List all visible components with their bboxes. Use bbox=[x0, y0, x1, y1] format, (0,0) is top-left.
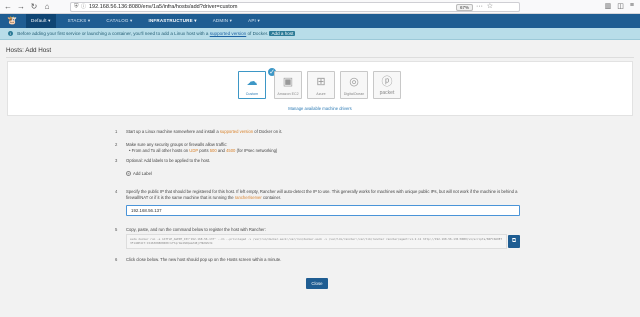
driver-amazon-ec2[interactable]: ▣ Amazon EC2 bbox=[274, 71, 302, 99]
sidebar-icon[interactable]: ◫ bbox=[617, 2, 624, 10]
step-number: 6 bbox=[115, 257, 118, 262]
divider bbox=[6, 57, 634, 58]
driver-label: Amazon EC2 bbox=[277, 92, 299, 96]
supported-version-link[interactable]: supported version bbox=[210, 31, 247, 36]
step-text: Click close below. The new host should p… bbox=[126, 257, 282, 262]
digitalocean-icon: ◎ bbox=[349, 76, 359, 88]
nav-api[interactable]: API ▾ bbox=[246, 14, 262, 28]
nav-stacks[interactable]: STACKS ▾ bbox=[66, 14, 93, 28]
driver-packet[interactable]: ⓟ packet bbox=[373, 71, 401, 99]
driver-label: packet bbox=[379, 90, 395, 96]
driver-label: Custom bbox=[245, 92, 259, 96]
step-text: Optional: Add labels to be applied to th… bbox=[126, 158, 211, 163]
info-icon: i bbox=[8, 31, 13, 37]
registration-command[interactable]: sudo docker run -e CATTLE_AGENT_IP="192.… bbox=[126, 234, 507, 249]
machine-drivers-panel: ☁ Custom ✓ ▣ Amazon EC2 ⊞ Azure ◎ Digita… bbox=[7, 61, 633, 116]
add-label-button[interactable]: + Add Label bbox=[126, 171, 152, 176]
protocol-badge: UDP bbox=[189, 147, 199, 153]
plus-icon: + bbox=[126, 171, 131, 176]
step-text: ports bbox=[199, 147, 209, 153]
driver-custom[interactable]: ☁ Custom bbox=[238, 71, 266, 99]
browser-right-icons: ▥ ◫ ≡ bbox=[605, 2, 634, 10]
supported-version-link[interactable]: supported version bbox=[220, 129, 253, 134]
back-icon[interactable]: ← bbox=[3, 2, 13, 12]
driver-label: DigitalOcean bbox=[343, 92, 365, 96]
cloud-icon: ☁ bbox=[246, 76, 258, 88]
notice-text-after: of Docker. bbox=[247, 31, 269, 36]
url-text: 192.168.56.136:8080/env/1a5/infra/hosts/… bbox=[89, 4, 238, 10]
close-button[interactable]: Close bbox=[306, 278, 328, 289]
step-text: container. bbox=[262, 194, 282, 200]
driver-label: Azure bbox=[316, 92, 326, 96]
reload-icon[interactable]: ↻ bbox=[29, 2, 39, 12]
copy-icon[interactable]: ⧉ bbox=[508, 235, 520, 248]
add-host-link[interactable]: Add a host bbox=[269, 31, 296, 36]
address-bar[interactable]: ⛨ ⓘ 192.168.56.136:8080/env/1a5/infra/ho… bbox=[70, 2, 520, 12]
manage-drivers-link[interactable]: Manage available machine drivers bbox=[8, 106, 632, 111]
step-text: and bbox=[217, 147, 225, 153]
page-actions-icon[interactable]: ··· bbox=[476, 3, 483, 11]
driver-azure[interactable]: ⊞ Azure bbox=[307, 71, 335, 99]
menu-icon[interactable]: ≡ bbox=[630, 2, 634, 10]
step-number: 2 bbox=[115, 142, 118, 147]
add-label-text: Add Label bbox=[133, 171, 152, 176]
library-icon[interactable]: ▥ bbox=[605, 2, 612, 10]
step-number: 4 bbox=[115, 189, 118, 194]
amazon-icon: ▣ bbox=[282, 76, 294, 88]
step-text: Make sure any security groups or firewal… bbox=[126, 142, 228, 147]
forward-icon[interactable]: → bbox=[16, 2, 26, 12]
site-info-icon[interactable]: ⓘ bbox=[81, 4, 86, 11]
nav-catalog[interactable]: CATALOG ▾ bbox=[104, 14, 134, 28]
driver-digitalocean[interactable]: ◎ DigitalOcean bbox=[340, 71, 368, 99]
port-badge: 4500 bbox=[226, 147, 236, 153]
nav-infrastructure[interactable]: INFRASTRUCTURE ▾ bbox=[147, 14, 199, 28]
port-badge: 500 bbox=[209, 147, 217, 153]
notice-banner: i Before adding your first service or la… bbox=[0, 28, 640, 40]
bookmark-star-icon[interactable]: ☆ bbox=[487, 3, 493, 11]
step-number: 3 bbox=[115, 158, 118, 163]
rancher-server-badge: rancher/server bbox=[234, 194, 262, 200]
step-text: of Docker on it. bbox=[254, 129, 283, 134]
app-header: 🐮 Default ▾ STACKS ▾ CATALOG ▾ INFRASTRU… bbox=[0, 14, 640, 28]
page-title: Hosts: Add Host bbox=[6, 47, 52, 54]
browser-toolbar: ← → ↻ ⌂ ⛨ ⓘ 192.168.56.136:8080/env/1a5/… bbox=[0, 0, 640, 14]
public-ip-input[interactable]: 192.168.56.137 bbox=[126, 205, 520, 216]
step-text: Copy, paste, and run the command below t… bbox=[126, 227, 266, 232]
notice-text: Before adding your first service or laun… bbox=[17, 31, 209, 36]
windows-icon: ⊞ bbox=[316, 76, 326, 88]
environment-switcher[interactable]: Default ▾ bbox=[26, 14, 56, 28]
home-icon[interactable]: ⌂ bbox=[42, 2, 52, 12]
step-text: Specify the public IP that should be reg… bbox=[126, 189, 518, 200]
packet-icon: ⓟ bbox=[381, 76, 393, 88]
zoom-level[interactable]: 67% bbox=[455, 4, 473, 11]
step-number: 5 bbox=[115, 227, 118, 232]
step-text: • From and To all other hosts on bbox=[129, 147, 189, 153]
shield-icon[interactable]: ⛨ bbox=[74, 4, 79, 11]
step-number: 1 bbox=[115, 129, 118, 134]
nav-admin[interactable]: ADMIN ▾ bbox=[211, 14, 234, 28]
rancher-logo-icon[interactable]: 🐮 bbox=[7, 17, 21, 25]
step-text: (for IPsec networking) bbox=[236, 147, 278, 153]
step-text: Start up a Linux machine somewhere and i… bbox=[126, 129, 219, 134]
